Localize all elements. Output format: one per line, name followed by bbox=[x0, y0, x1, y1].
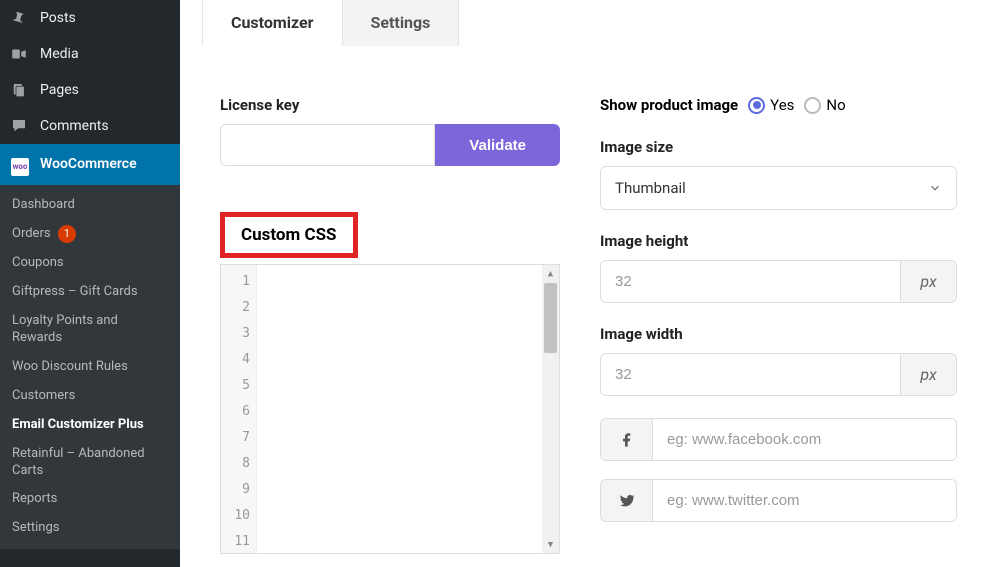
facebook-field bbox=[600, 418, 957, 461]
code-body[interactable] bbox=[257, 265, 542, 553]
pages-icon bbox=[10, 81, 30, 99]
twitter-icon bbox=[601, 480, 653, 521]
sidebar-item-media[interactable]: Media bbox=[0, 36, 180, 72]
media-icon bbox=[10, 45, 30, 63]
submenu-settings[interactable]: Settings bbox=[0, 514, 180, 543]
pushpin-icon bbox=[10, 9, 30, 27]
radio-yes[interactable]: Yes bbox=[748, 96, 794, 114]
tab-customizer[interactable]: Customizer bbox=[202, 0, 343, 46]
sidebar-label: Pages bbox=[40, 82, 79, 98]
woocommerce-icon: woo bbox=[10, 153, 30, 176]
submenu-loyalty[interactable]: Loyalty Points and Rewards bbox=[0, 307, 180, 353]
submenu-dashboard[interactable]: Dashboard bbox=[0, 191, 180, 220]
sidebar-item-woocommerce[interactable]: woo WooCommerce bbox=[0, 144, 180, 185]
facebook-icon bbox=[601, 419, 653, 460]
submenu-discount-rules[interactable]: Woo Discount Rules bbox=[0, 353, 180, 382]
submenu-reports[interactable]: Reports bbox=[0, 485, 180, 514]
select-value: Thumbnail bbox=[615, 179, 686, 197]
sidebar-label: Media bbox=[40, 46, 79, 62]
scroll-up-icon[interactable]: ▲ bbox=[542, 265, 559, 282]
custom-css-editor[interactable]: 1 2 3 4 5 6 7 8 9 10 11 ▲ ▼ bbox=[220, 264, 560, 554]
image-size-label: Image size bbox=[600, 138, 957, 156]
settings-tabs: Customizer Settings bbox=[202, 0, 985, 46]
scroll-thumb[interactable] bbox=[544, 283, 557, 353]
validate-button[interactable]: Validate bbox=[435, 124, 560, 166]
radio-no[interactable]: No bbox=[804, 96, 845, 114]
sidebar-item-posts[interactable]: Posts bbox=[0, 0, 180, 36]
sidebar-label: WooCommerce bbox=[40, 156, 137, 172]
scroll-down-icon[interactable]: ▼ bbox=[542, 536, 559, 553]
submenu-label: Orders bbox=[12, 226, 51, 241]
orders-badge: 1 bbox=[58, 225, 76, 243]
submenu-orders[interactable]: Orders 1 bbox=[0, 219, 180, 249]
submenu-retainful[interactable]: Retainful – Abandoned Carts bbox=[0, 440, 180, 486]
chevron-down-icon bbox=[928, 181, 942, 195]
radio-unselected-icon bbox=[804, 97, 821, 114]
submenu-coupons[interactable]: Coupons bbox=[0, 249, 180, 278]
woocommerce-submenu: Dashboard Orders 1 Coupons Giftpress – G… bbox=[0, 185, 180, 550]
sidebar-item-comments[interactable]: Comments bbox=[0, 108, 180, 144]
image-height-label: Image height bbox=[600, 232, 957, 250]
sidebar-item-pages[interactable]: Pages bbox=[0, 72, 180, 108]
tab-settings[interactable]: Settings bbox=[343, 0, 460, 46]
image-width-label: Image width bbox=[600, 325, 957, 343]
sidebar-label: Posts bbox=[40, 10, 76, 26]
radio-selected-icon bbox=[748, 97, 765, 114]
main-panel: Customizer Settings License key Validate… bbox=[180, 0, 1007, 567]
show-product-image-label: Show product image bbox=[600, 96, 738, 114]
comments-icon bbox=[10, 117, 30, 135]
image-width-input[interactable] bbox=[601, 354, 900, 395]
license-key-input[interactable] bbox=[220, 124, 435, 166]
editor-scrollbar[interactable]: ▲ ▼ bbox=[542, 265, 559, 553]
sidebar-label: Comments bbox=[40, 118, 109, 134]
submenu-giftpress[interactable]: Giftpress – Gift Cards bbox=[0, 278, 180, 307]
submenu-email-customizer-plus[interactable]: Email Customizer Plus bbox=[0, 411, 180, 440]
unit-suffix: px bbox=[900, 261, 956, 302]
unit-suffix: px bbox=[900, 354, 956, 395]
submenu-customers[interactable]: Customers bbox=[0, 382, 180, 411]
facebook-input[interactable] bbox=[653, 419, 956, 460]
twitter-field bbox=[600, 479, 957, 522]
admin-sidebar: Posts Media Pages Comments woo WooCommer… bbox=[0, 0, 180, 567]
image-size-select[interactable]: Thumbnail bbox=[600, 166, 957, 210]
line-number-gutter: 1 2 3 4 5 6 7 8 9 10 11 bbox=[221, 265, 257, 553]
image-height-input[interactable] bbox=[601, 261, 900, 302]
twitter-input[interactable] bbox=[653, 480, 956, 521]
custom-css-heading: Custom CSS bbox=[220, 212, 358, 258]
license-key-label: License key bbox=[220, 96, 560, 114]
